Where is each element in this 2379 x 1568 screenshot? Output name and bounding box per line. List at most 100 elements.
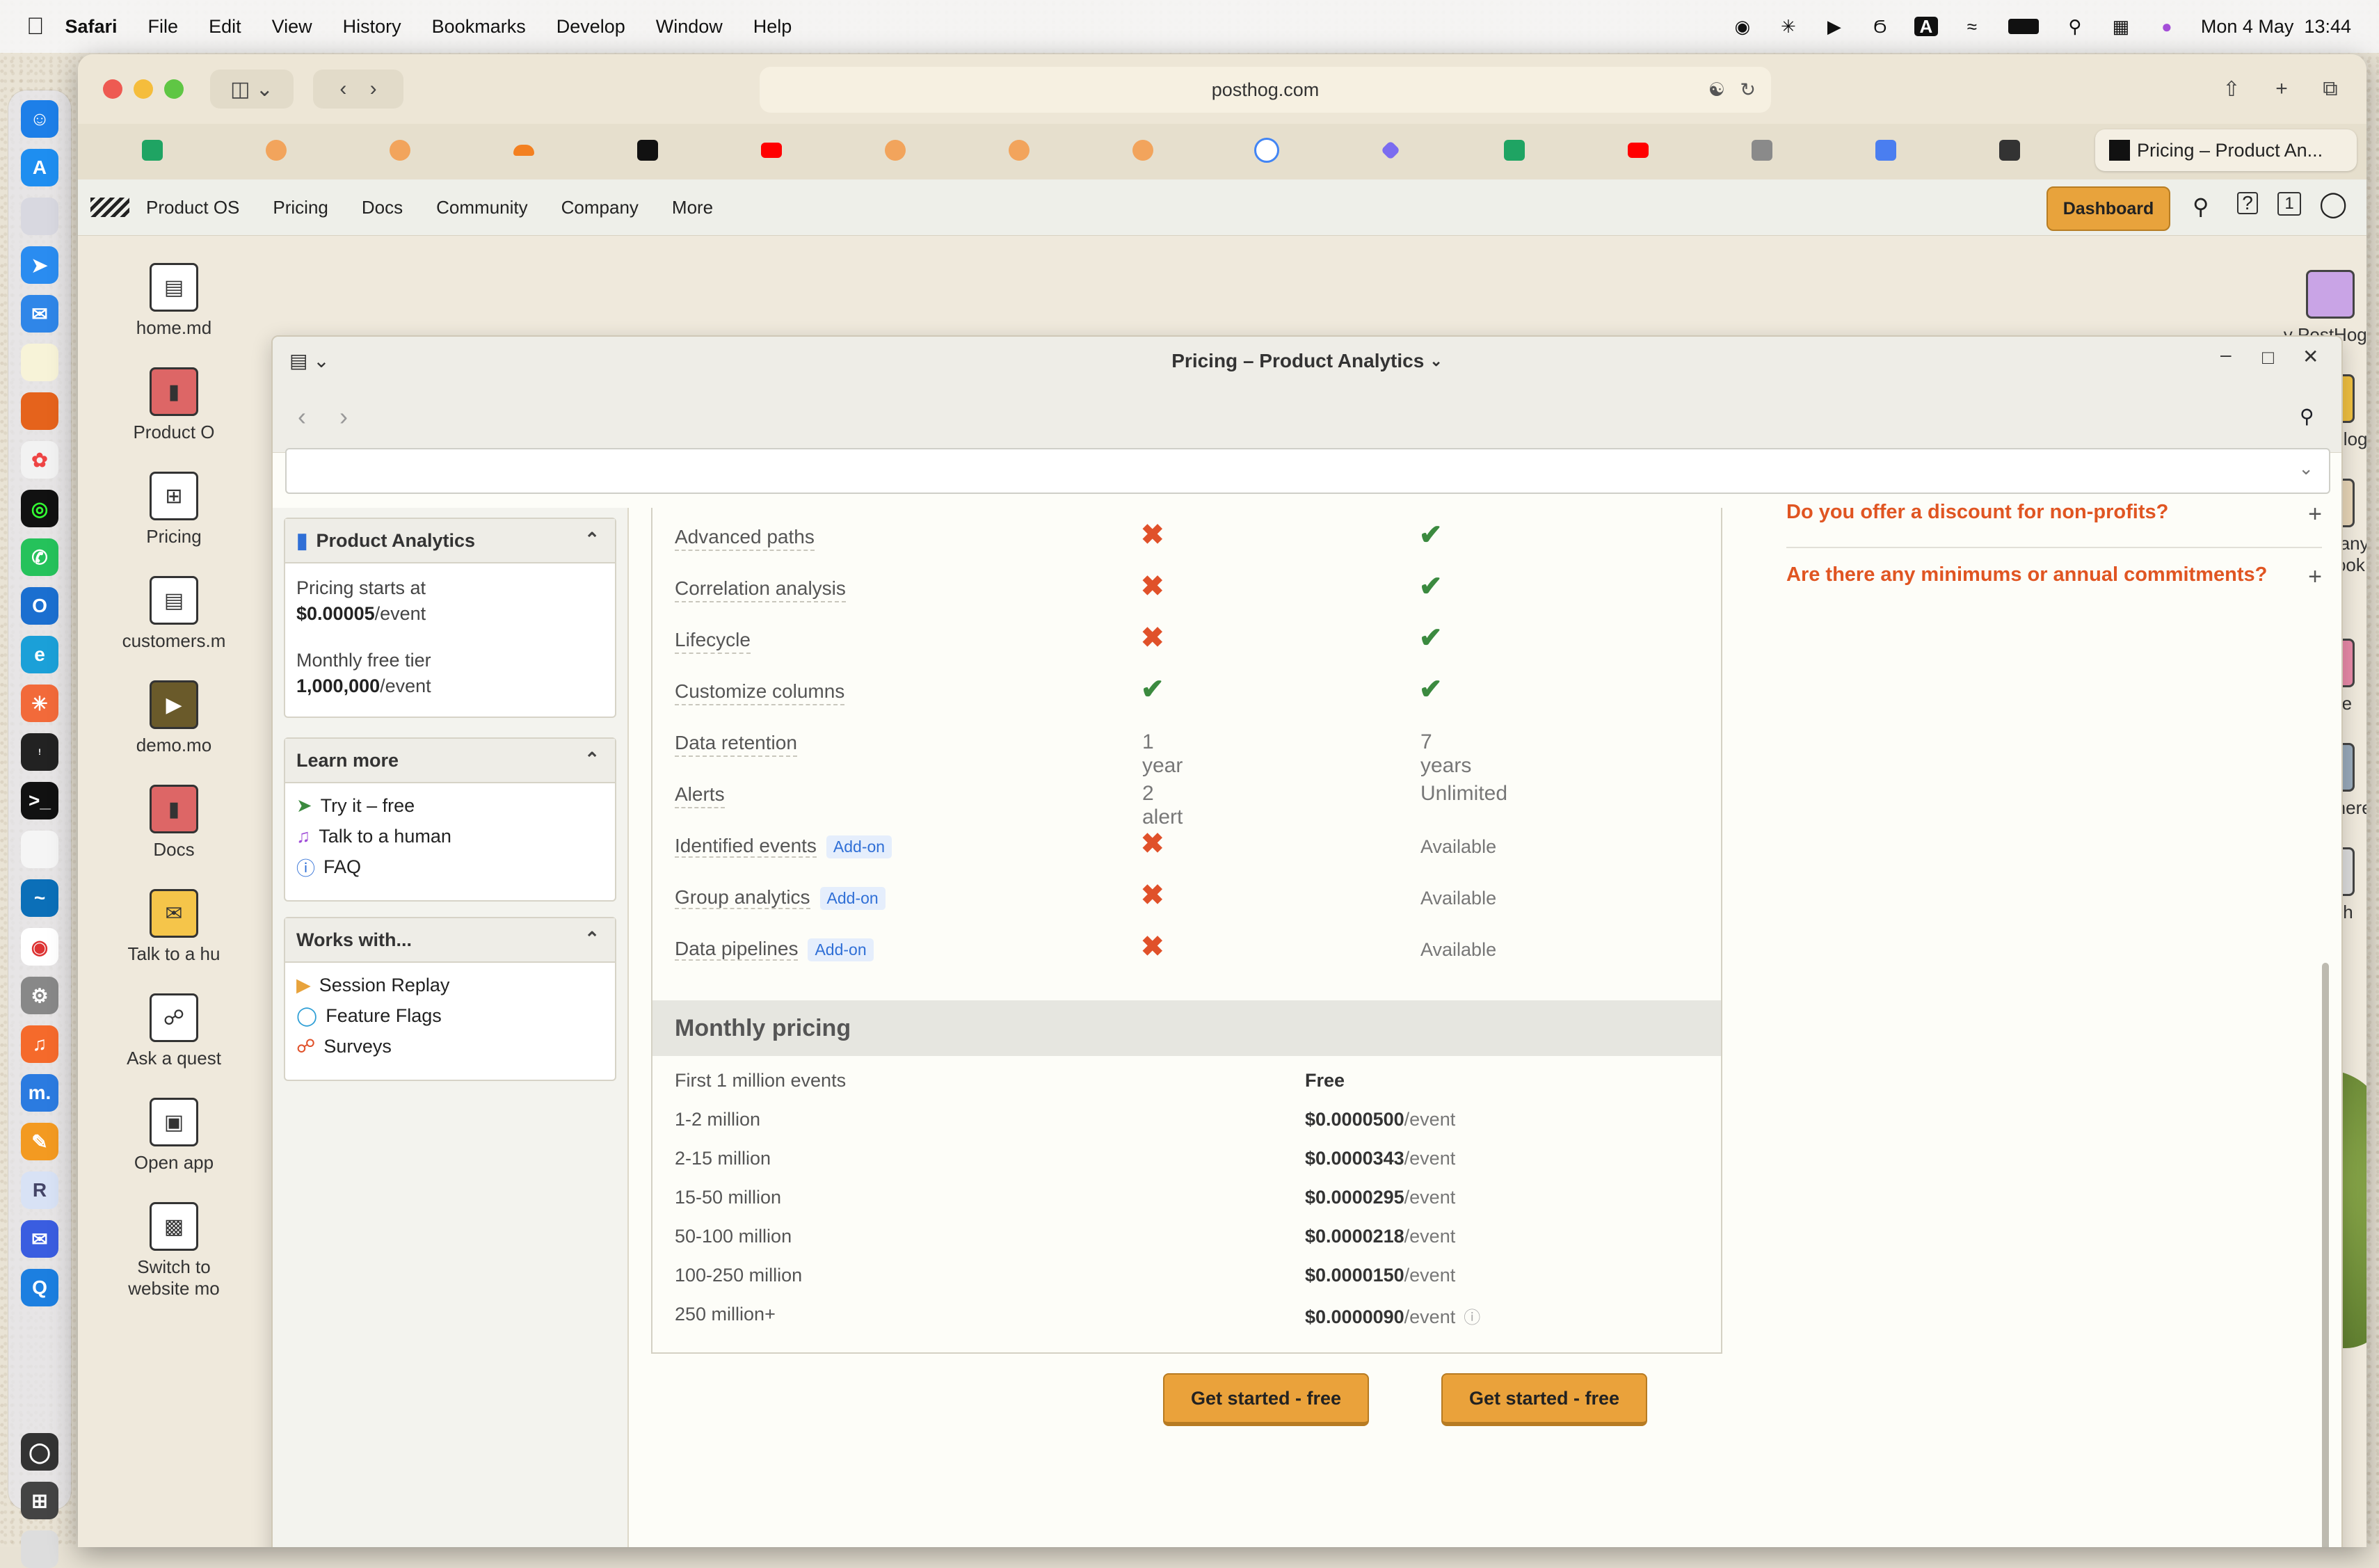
notification-count[interactable]: 1 [2277,192,2301,216]
chevron-up-icon[interactable]: ⌃ [584,928,600,950]
feature-label[interactable]: Advanced paths [675,526,815,551]
menu-edit[interactable]: Edit [209,16,241,38]
apple-menu-icon[interactable]:  [26,13,45,40]
firefox-icon[interactable] [21,392,58,430]
share-icon[interactable]: ⇧ [2213,70,2250,109]
messenger-icon[interactable]: ✉ [21,1220,58,1258]
translate-icon[interactable]: ☯ [1708,79,1725,101]
product-panel-header[interactable]: ▮ Product Analytics ⌃ [285,519,615,563]
feature-label[interactable]: Data retention [675,732,797,757]
zoom-window-button[interactable] [164,79,184,99]
outlook-icon[interactable]: O [21,587,58,625]
tab-posthog-3[interactable] [833,131,957,170]
edge-icon[interactable]: e [21,636,58,673]
tab-sheets-2[interactable] [1452,131,1576,170]
posthog-logo-icon[interactable] [90,198,129,217]
feature-label[interactable]: Customize columns [675,680,845,705]
app-store-icon[interactable]: A [21,149,58,186]
battery-icon[interactable] [2006,17,2041,36]
screen-record-icon[interactable]: ◉ [1731,16,1754,37]
chevron-up-icon[interactable]: ⌃ [584,749,600,770]
trash-dock-icon[interactable] [21,1530,58,1568]
tab-cloudflare[interactable] [462,131,586,170]
desktop-icon-product-os[interactable]: ▮ Product O [104,367,243,443]
info-icon[interactable]: ⓘ [1464,1309,1480,1327]
textedit-icon[interactable] [21,831,58,868]
sidebar-toggle-icon[interactable]: ◫ ⌄ [210,70,294,109]
feature-label[interactable]: Correlation analysis [675,577,846,602]
desktop-icon-home[interactable]: ▤ home.md [104,263,243,339]
claude-icon[interactable]: ✳ [21,685,58,722]
addon-badge[interactable]: Add-on [808,938,874,961]
forward-arrow-icon[interactable]: › [339,402,348,431]
close-window-button[interactable] [103,79,122,99]
reload-icon[interactable]: ↻ [1740,79,1756,101]
scrollbar-thumb[interactable] [2322,963,2329,1547]
link-feature-flags[interactable]: ◯ Feature Flags [296,1000,604,1031]
account-icon[interactable]: ◯ [2319,189,2347,218]
whatsapp-icon[interactable]: ✆ [21,538,58,576]
disk-icon[interactable]: ◯ [21,1433,58,1471]
link-faq[interactable]: ⓘ FAQ [296,851,604,882]
faq-item[interactable]: Do you offer a discount for non-profits?… [1786,501,2322,548]
desktop-icon-switch[interactable]: ▩ Switch to website mo [104,1202,243,1299]
warning-app-icon[interactable]: ! [21,733,58,771]
tab-google[interactable] [1205,131,1329,170]
tab-posthog-4[interactable] [957,131,1081,170]
m-app-icon[interactable]: m. [21,1074,58,1112]
learn-more-header[interactable]: Learn more ⌃ [285,739,615,783]
minimize-icon[interactable]: – [2220,344,2232,366]
window-search-icon[interactable]: ⚲ [2300,405,2314,428]
desktop-icon-demo[interactable]: ▶ demo.mo [104,680,243,756]
menu-file[interactable]: File [148,16,179,38]
quicktime-icon[interactable]: Q [21,1269,58,1306]
menu-bookmarks[interactable]: Bookmarks [432,16,526,38]
tab-posthog-6[interactable] [1948,131,2072,170]
maximize-icon[interactable]: □ [2262,346,2274,369]
works-with-header[interactable]: Works with... ⌃ [285,918,615,963]
search-icon[interactable]: ⚲ [2193,193,2209,220]
finder-icon[interactable]: ☺ [21,100,58,138]
wifi-icon[interactable]: ≈ [1960,16,1984,37]
menu-app-name[interactable]: Safari [65,16,118,38]
nav-community[interactable]: Community [436,197,527,218]
terminal-icon[interactable]: >_ [21,782,58,819]
activity-icon[interactable]: ◎ [21,490,58,527]
stocks-icon[interactable]: ~ [21,879,58,917]
siri-icon[interactable]: ● [2155,16,2179,37]
desktop-icon-talk[interactable]: ✉ Talk to a hu [104,889,243,965]
link-talk-to-human[interactable]: ♫ Talk to a human [296,821,604,851]
settings-icon[interactable]: ⚙ [21,977,58,1014]
close-icon[interactable]: ✕ [2302,345,2318,368]
bluetooth-icon[interactable]: Ϭ [1868,16,1892,37]
menu-help[interactable]: Help [753,16,792,38]
tab-sheets[interactable] [90,131,214,170]
r-app-icon[interactable]: R [21,1171,58,1209]
nav-pricing[interactable]: Pricing [273,197,328,218]
mail-icon[interactable]: ✉ [21,295,58,333]
calculator-icon[interactable]: ⊞ [21,1482,58,1519]
tab-posthog-2[interactable] [338,131,462,170]
new-tab-icon[interactable]: + [2264,70,2300,109]
soundcloud-icon[interactable]: ♫ [21,1025,58,1063]
faq-item[interactable]: Are there any minimums or annual commitm… [1786,563,2322,590]
plus-icon[interactable]: + [2308,563,2322,591]
get-started-free-button[interactable]: Get started - free [1163,1373,1369,1426]
feature-label[interactable]: Alerts [675,783,725,808]
link-try-it-free[interactable]: ➤ Try it – free [296,790,604,821]
play-circle-icon[interactable]: ▶ [1823,16,1846,37]
feature-label[interactable]: Identified events [675,835,817,858]
feature-label[interactable]: Lifecycle [675,629,751,654]
tab-active-pricing[interactable]: Pricing – Product An... [2095,129,2357,171]
photos-icon[interactable]: ✿ [21,441,58,479]
tab-posthog-1[interactable] [214,131,338,170]
help-icon[interactable]: ? [2237,192,2258,214]
menu-window[interactable]: Window [656,16,723,38]
desktop-icon-pricing[interactable]: ⊞ Pricing [104,472,243,547]
desktop-icon-open-app[interactable]: ▣ Open app [104,1098,243,1174]
addon-badge[interactable]: Add-on [826,835,892,858]
link-session-replay[interactable]: ▶ Session Replay [296,970,604,1000]
desktop-icon-docs[interactable]: ▮ Docs [104,785,243,861]
desktop-icon-why-posthog[interactable]: y PostHog? [2268,270,2366,346]
spotlight-search-icon[interactable]: ⚲ [2063,16,2087,37]
